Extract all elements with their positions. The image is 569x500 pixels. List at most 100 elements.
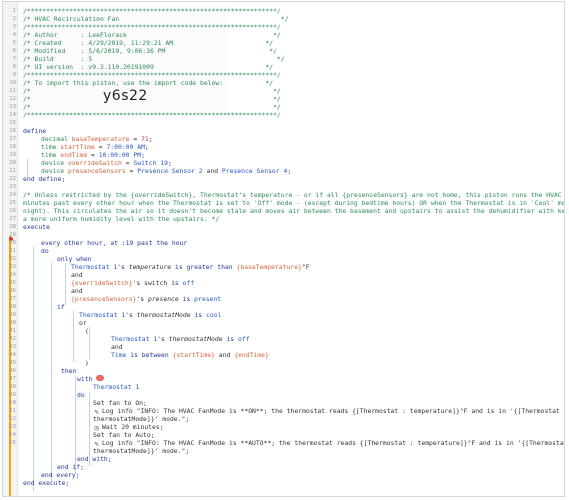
and-operator[interactable]: and bbox=[71, 287, 83, 295]
line-number: 33 bbox=[9, 264, 16, 270]
line-number: 4 bbox=[12, 32, 16, 38]
line-number: 3 bbox=[12, 24, 16, 30]
variable-declaration[interactable]: device presenceSensors = Presence Sensor… bbox=[41, 167, 291, 175]
var-name: overrideSwitch bbox=[67, 159, 122, 167]
restriction-condition[interactable]: {presenceSensors}'s presence is present bbox=[71, 295, 221, 303]
wait-text: Wait 20 minutes; bbox=[102, 423, 164, 431]
line-number: 31 bbox=[9, 248, 16, 254]
var-type: device bbox=[41, 167, 65, 175]
then-indent-guide bbox=[75, 376, 76, 474]
attribute: temperature bbox=[128, 263, 172, 271]
and-operator[interactable]: and bbox=[71, 271, 83, 279]
build-line: /* Build : 5 */ bbox=[23, 55, 285, 63]
log-statement-continued: thermostatMode]}' mode."; bbox=[93, 415, 190, 423]
command-set-fan-auto[interactable]: Set fan to Auto; bbox=[93, 431, 155, 439]
restriction-condition[interactable]: {overrideSwitch}'s switch is off bbox=[71, 279, 194, 287]
modified-line: /* Modified : 5/6/2019, 9:06:36 PM */ bbox=[23, 47, 277, 55]
attribute: thermostatMode bbox=[168, 335, 223, 343]
ui-version-line: /* UI version : v0.3.110.20191009 */ bbox=[23, 63, 274, 71]
var-type: device bbox=[41, 159, 65, 167]
and-operator[interactable]: and bbox=[111, 343, 123, 351]
variable-declaration[interactable]: time startTime = 7:00:00 AM; bbox=[41, 143, 149, 151]
var-name: baseTemperature bbox=[71, 135, 130, 143]
var-name: startTime bbox=[60, 143, 95, 151]
description-line: a more uniform humidity level with the u… bbox=[23, 215, 220, 223]
line-number: 49 bbox=[9, 392, 16, 398]
line-number: 38 bbox=[9, 304, 16, 310]
comment-line: /* */ bbox=[23, 95, 281, 103]
var-ref: {overrideSwitch} bbox=[71, 279, 133, 287]
log-text: Log info "INFO: The HVAC FanMode is **AU… bbox=[102, 439, 565, 447]
device-ref: Thermostat 1 bbox=[79, 311, 126, 319]
comment-line: /* */ bbox=[23, 103, 281, 111]
line-number: 22 bbox=[9, 176, 16, 182]
do-keyword[interactable]: do bbox=[41, 247, 49, 255]
with-keyword: with bbox=[77, 375, 93, 383]
line-number: 6 bbox=[12, 48, 16, 54]
import-code[interactable]: y6s22 bbox=[103, 88, 148, 104]
execute-keyword[interactable]: execute bbox=[23, 223, 50, 231]
then-keyword[interactable]: then bbox=[61, 367, 76, 375]
device-ref: Thermostat 1 bbox=[111, 335, 158, 343]
and-text: and bbox=[218, 351, 231, 359]
value: off bbox=[182, 279, 195, 287]
with-statement[interactable]: with bbox=[77, 375, 105, 383]
operator: is bbox=[194, 311, 203, 319]
with-device[interactable]: Thermostat 1 bbox=[93, 383, 139, 391]
command-set-fan-on[interactable]: Set fan to On; bbox=[93, 399, 147, 407]
description-line: minutes past every other hour when the T… bbox=[23, 199, 565, 207]
group-open-paren: ( bbox=[85, 327, 89, 335]
line-number: 27 bbox=[9, 216, 16, 222]
if-condition[interactable]: Thermostat 1's thermostatMode is off bbox=[111, 335, 250, 343]
disabled-badge-icon bbox=[96, 375, 105, 381]
comment-line: /***************************************… bbox=[23, 111, 281, 119]
every-timer-statement[interactable]: every other hour, at :19 past the hour bbox=[41, 239, 187, 247]
define-keyword[interactable]: define bbox=[23, 127, 46, 135]
comment-line: /***************************************… bbox=[23, 71, 281, 79]
log-statement-continued: thermostatMode]}' mode."; bbox=[93, 447, 190, 455]
only-when-keyword[interactable]: only when bbox=[57, 255, 92, 263]
description-line: night). This circulates the air so it do… bbox=[23, 207, 564, 215]
line-number: 16 bbox=[9, 128, 16, 134]
line-number: 50 bbox=[9, 400, 16, 406]
operator: is between bbox=[130, 351, 169, 359]
do-keyword[interactable]: do bbox=[77, 391, 85, 399]
var-name: endTime bbox=[60, 151, 88, 159]
var-type: decimal bbox=[41, 135, 68, 143]
variable-declaration[interactable]: device overrideSwitch = Switch 19; bbox=[41, 159, 172, 167]
end-every: end every; bbox=[41, 471, 80, 479]
line-number: 51 bbox=[9, 408, 16, 414]
line-number: 7 bbox=[12, 56, 16, 62]
line-number: 17 bbox=[9, 136, 16, 142]
restriction-condition[interactable]: Thermostat 1's temperature is greater th… bbox=[71, 263, 310, 271]
description-line: /* Unless restricted by the {overrideSwi… bbox=[23, 191, 562, 199]
line-number: 10 bbox=[9, 80, 16, 86]
comment-line: /* */ bbox=[23, 87, 281, 95]
variable-declaration[interactable]: decimal baseTemperature = 71; bbox=[41, 135, 153, 143]
line-number: 12 bbox=[9, 96, 16, 102]
device-ref: Thermostat 1 bbox=[71, 263, 118, 271]
line-number: 40 bbox=[9, 320, 16, 326]
unit: °F bbox=[301, 263, 310, 271]
line-number: 29 bbox=[9, 232, 16, 238]
if-keyword[interactable]: if bbox=[57, 303, 65, 311]
operator: is bbox=[226, 335, 235, 343]
operator: is bbox=[182, 295, 191, 303]
variable-declaration[interactable]: time endTime = 10:00:00 PM; bbox=[41, 151, 145, 159]
line-number: 34 bbox=[9, 272, 16, 278]
or-group-guide bbox=[89, 327, 90, 359]
group-close-paren: ) bbox=[85, 359, 89, 367]
operator: is greater than bbox=[174, 263, 233, 271]
line-number: 5 bbox=[12, 40, 16, 46]
if-indent-guide bbox=[73, 311, 74, 362]
or-operator[interactable]: or bbox=[79, 319, 87, 327]
var-ref: {startTime} bbox=[172, 351, 215, 359]
if-condition[interactable]: Thermostat 1's thermostatMode is cool bbox=[79, 311, 221, 319]
line-number: 18 bbox=[9, 144, 16, 150]
import-instructions: /* To import this piston, use the import… bbox=[23, 79, 274, 87]
time-subject: Time bbox=[111, 351, 127, 359]
if-condition[interactable]: Time is between {startTime} and {endTime… bbox=[111, 351, 269, 359]
piston-title: /* HVAC Recirculation Fan */ bbox=[23, 15, 289, 23]
var-value: Presence Sensor 4 bbox=[221, 167, 288, 175]
attribute: switch bbox=[144, 279, 168, 287]
